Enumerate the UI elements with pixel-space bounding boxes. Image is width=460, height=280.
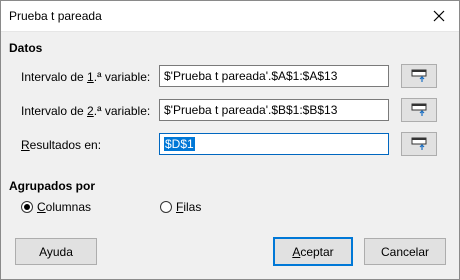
results-label-key: R [21,138,30,152]
results-output-selection: $D$1 [164,137,195,151]
results-label-post: esultados en: [29,138,102,152]
var1-label-pre: Intervalo de [21,70,88,84]
var1-label-post: .ª variable: [93,70,151,84]
shrink-icon [411,137,427,150]
cancel-button[interactable]: Cancelar [364,238,446,265]
var2-shrink-button[interactable] [401,98,437,122]
var2-label-post: .ª variable: [93,104,151,118]
title-bar: Prueba t pareada [1,1,459,32]
radio-columns-indicator[interactable] [21,201,33,213]
radio-rows[interactable]: Filas [160,200,201,214]
ok-button-rest: ceptar [300,244,334,259]
close-button[interactable] [425,3,453,29]
datos-heading: Datos [9,41,43,55]
radio-rows-indicator[interactable] [160,201,172,213]
var2-label-pre: Intervalo de [21,104,88,118]
results-shrink-button[interactable] [401,132,437,156]
ok-button[interactable]: Aceptar [273,237,353,266]
radio-columns-key: C [37,200,46,214]
shrink-icon [411,103,427,116]
dialog-title: Prueba t pareada [9,9,102,23]
ok-button-key: A [292,244,301,259]
var1-shrink-button[interactable] [401,64,437,88]
close-icon [433,10,445,22]
radio-rows-rest: ilas [183,200,202,214]
radio-columns-label: Columnas [37,200,91,214]
var2-label-key: 2 [87,104,94,118]
grouping-heading: Agrupados por [9,179,95,193]
dialog-window: Prueba t pareada Datos Intervalo de 1.ª … [0,0,460,280]
help-button[interactable]: Ayuda [15,238,97,265]
var2-label: Intervalo de 2.ª variable: [21,104,150,118]
var2-range-input[interactable]: $'Prueba t pareada'.$B$1:$B$13 [159,99,389,121]
results-label: Resultados en: [21,138,101,152]
radio-columns-rest: olumnas [45,200,92,214]
shrink-icon [411,69,427,82]
results-output-input[interactable]: $D$1 [159,133,389,155]
var1-label-key: 1 [87,70,94,84]
radio-columns[interactable]: Columnas [21,200,91,214]
var1-label: Intervalo de 1.ª variable: [21,70,150,84]
radio-rows-label: Filas [176,200,201,214]
var1-range-input[interactable]: $'Prueba t pareada'.$A$1:$A$13 [159,65,389,87]
